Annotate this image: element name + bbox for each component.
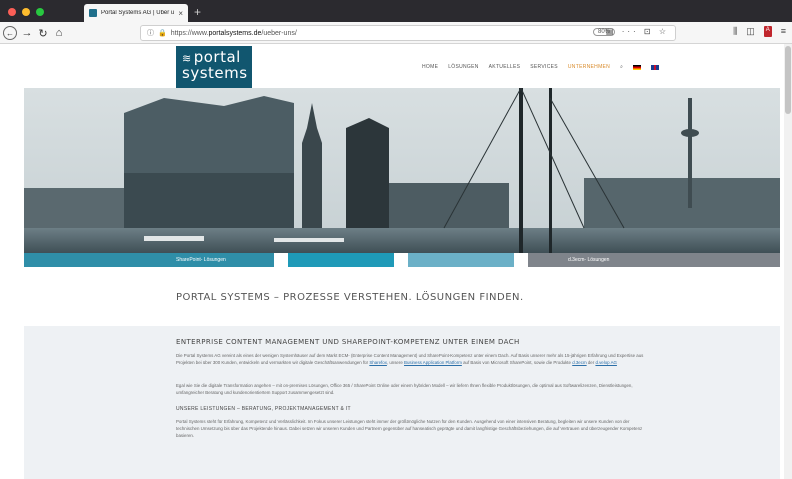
category-sharepoint[interactable]: SharePoint- Lösungen (136, 253, 274, 267)
sidebar-icon[interactable]: ◫ (746, 26, 755, 37)
menu-icon[interactable]: ≡ (781, 26, 786, 37)
ecm-section: ENTERPRISE CONTENT MANAGEMENT UND SHAREP… (24, 326, 780, 479)
main-nav: HOME LÖSUNGEN AKTUELLES SERVICES UNTERNE… (422, 64, 660, 70)
back-icon[interactable]: ← (3, 26, 17, 40)
site-logo[interactable]: ≋ portal systems (176, 46, 252, 88)
category-label: d.3ecm- Lösungen (568, 257, 610, 263)
hero-image (24, 88, 780, 253)
german-flag-icon[interactable] (633, 64, 642, 70)
d3ecm-link[interactable]: d.3ecm (572, 360, 586, 365)
intro-paragraph: Die Portal Systems AG vereint als eines … (176, 353, 644, 365)
lock-icon: 🔒 (158, 30, 167, 37)
home-icon[interactable]: ⌂ (52, 26, 66, 40)
category-2[interactable] (288, 253, 394, 267)
minimize-window-icon[interactable] (22, 8, 30, 16)
services-paragraph: Portal Systems steht für Erfahrung, Komp… (176, 419, 643, 438)
services-heading: UNSERE LEISTUNGEN – BERATUNG, PROJEKTMAN… (176, 406, 351, 412)
info-icon[interactable]: ⓘ (147, 28, 154, 38)
page-scrollbar[interactable] (784, 44, 792, 479)
page-headline: PORTAL SYSTEMS – PROZESSE VERSTEHEN. LÖS… (176, 292, 524, 303)
url-text: https://www.portalsystems.de/ueber-uns/ (170, 29, 297, 37)
page-actions[interactable]: ▤ ··· ⊡ ☆ (606, 27, 669, 36)
browser-tab[interactable]: Portal Systems AG | Über uns × (84, 4, 188, 22)
tab-title: Portal Systems AG | Über uns (101, 10, 175, 16)
address-bar[interactable]: ⓘ 🔒 https://www.portalsystems.de/ueber-u… (140, 25, 676, 41)
nav-unternehmen[interactable]: UNTERNEHMEN (568, 64, 610, 70)
hamburg-skyline-image (24, 88, 780, 253)
nav-aktuelles[interactable]: AKTUELLES (489, 64, 521, 70)
category-sharepoint-lead (24, 253, 136, 267)
scrollbar-thumb[interactable] (785, 46, 791, 114)
forward-icon[interactable]: → (20, 26, 34, 40)
page-content: ≋ portal systems HOME LÖSUNGEN AKTUELLES … (0, 44, 792, 479)
category-d3ecm-tail (666, 253, 780, 267)
category-d3ecm[interactable]: d.3ecm- Lösungen (528, 253, 666, 267)
section-title: ENTERPRISE CONTENT MANAGEMENT UND SHAREP… (176, 338, 520, 346)
english-flag-icon[interactable] (651, 64, 660, 70)
dvelop-link[interactable]: d.velop AG (595, 360, 616, 365)
favicon-icon (89, 9, 97, 17)
nav-home[interactable]: HOME (422, 64, 438, 70)
search-icon[interactable]: ⌕ (620, 64, 623, 70)
new-tab-button[interactable]: + (194, 5, 201, 19)
tab-close-icon[interactable]: × (178, 9, 183, 18)
toolbar-right-icons: ⫼ ◫ A ≡ (733, 26, 786, 37)
browser-toolbar: ← → ↻ ⌂ ⓘ 🔒 https://www.portalsystems.de… (0, 22, 792, 44)
sharefox-link[interactable]: Sharefox (369, 360, 387, 365)
category-label: SharePoint- Lösungen (176, 257, 226, 263)
category-3[interactable] (408, 253, 514, 267)
browser-titlebar: Portal Systems AG | Über uns × + (0, 0, 792, 22)
nav-loesungen[interactable]: LÖSUNGEN (448, 64, 478, 70)
close-window-icon[interactable] (8, 8, 16, 16)
library-icon[interactable]: ⫼ (733, 26, 737, 37)
reload-icon[interactable]: ↻ (36, 26, 50, 40)
nav-services[interactable]: SERVICES (530, 64, 558, 70)
transformation-paragraph: Egal wie Sie die digitale Transformation… (176, 383, 633, 395)
business-platform-link[interactable]: Business Application Platform (404, 360, 462, 365)
maximize-window-icon[interactable] (36, 8, 44, 16)
pdf-icon[interactable]: A (763, 26, 772, 37)
